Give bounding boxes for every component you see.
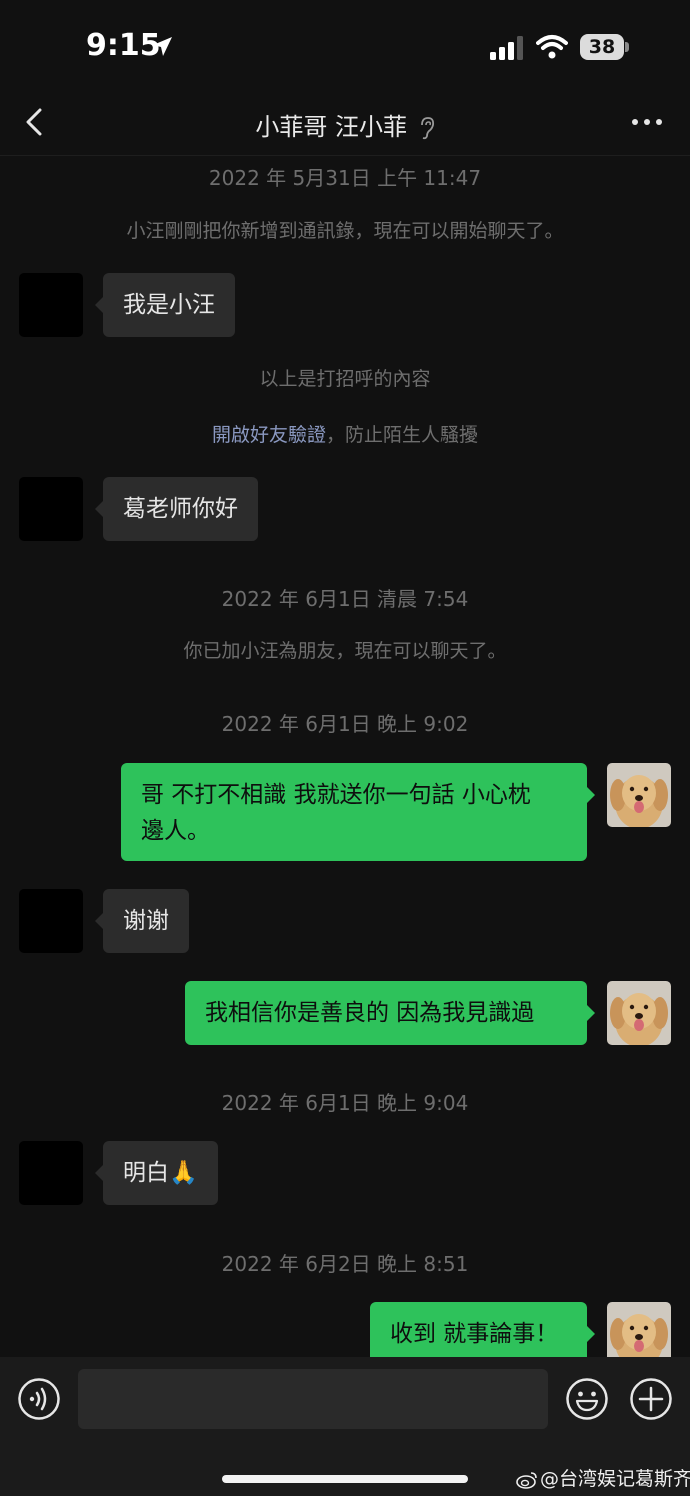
more-options-icon[interactable] (628, 109, 666, 135)
timestamp: 2022 年 6月1日 清晨 7:54 (221, 587, 469, 611)
message-bubble-received[interactable]: 谢谢 (95, 889, 189, 953)
contact-avatar[interactable] (19, 273, 83, 337)
watermark-text: @台湾娱记葛斯齐 (540, 1468, 690, 1490)
contact-avatar[interactable] (19, 889, 83, 953)
voice-input-icon[interactable] (17, 1377, 61, 1421)
chat-title: 小菲哥 汪小菲 (0, 107, 690, 142)
timestamp: 2022 年 6月2日 晚上 8:51 (221, 1252, 469, 1276)
message-bubble-sent[interactable]: 哥 不打不相識 我就送你一句話 小心枕 邊人。 (121, 763, 595, 861)
watermark: @台湾娱记葛斯齐 (516, 1464, 690, 1491)
battery-level: 38 (580, 34, 624, 60)
status-time: 9:15 (86, 28, 161, 63)
chat-title-text: 小菲哥 汪小菲 (255, 113, 407, 141)
contact-avatar[interactable] (19, 1141, 83, 1205)
enable-friend-verification-link[interactable]: 開啟好友驗證 (212, 424, 326, 446)
message-line: 邊人。 (141, 818, 210, 844)
system-message: 你已加小汪為朋友，現在可以聊天了。 (183, 640, 507, 662)
plus-icon[interactable] (629, 1377, 673, 1421)
message-bubble-received[interactable]: 葛老师你好 (95, 477, 258, 541)
cellular-signal-icon (490, 36, 523, 60)
message-line: 哥 不打不相識 我就送你一句話 小心枕 (141, 782, 531, 808)
golden-retriever-avatar-icon (607, 981, 671, 1045)
status-bar: 9:15 38 (0, 0, 690, 95)
contact-avatar[interactable] (19, 477, 83, 541)
timestamp: 2022 年 5月31日 上午 11:47 (208, 166, 482, 190)
system-message: 小汪剛剛把你新增到通訊錄，現在可以開始聊天了。 (126, 220, 564, 242)
message-input[interactable] (78, 1369, 548, 1429)
chat-header: 小菲哥 汪小菲 (0, 95, 690, 156)
self-avatar[interactable] (607, 763, 671, 827)
message-bubble-sent[interactable]: 我相信你是善良的 因為我見識過 (185, 981, 595, 1045)
emoji-icon[interactable] (565, 1377, 609, 1421)
self-avatar[interactable] (607, 981, 671, 1045)
weibo-logo-icon (516, 1471, 537, 1489)
system-message: 以上是打招呼的內容 (259, 368, 431, 390)
message-bubble-received[interactable]: 明白🙏 (95, 1141, 218, 1205)
wifi-icon (536, 35, 568, 59)
battery-indicator: 38 (580, 34, 629, 60)
message-bubble-received[interactable]: 我是小汪 (95, 273, 235, 337)
golden-retriever-avatar-icon (607, 763, 671, 827)
timestamp: 2022 年 6月1日 晚上 9:02 (221, 712, 469, 736)
ear-mode-icon (420, 117, 434, 140)
timestamp: 2022 年 6月1日 晚上 9:04 (221, 1091, 469, 1115)
system-message-text: ，防止陌生人騷擾 (326, 424, 479, 446)
system-message-verification: 開啟好友驗證，防止陌生人騷擾 (0, 420, 690, 447)
battery-nub (625, 42, 629, 52)
home-indicator[interactable] (222, 1475, 468, 1483)
location-arrow-icon (153, 37, 172, 56)
